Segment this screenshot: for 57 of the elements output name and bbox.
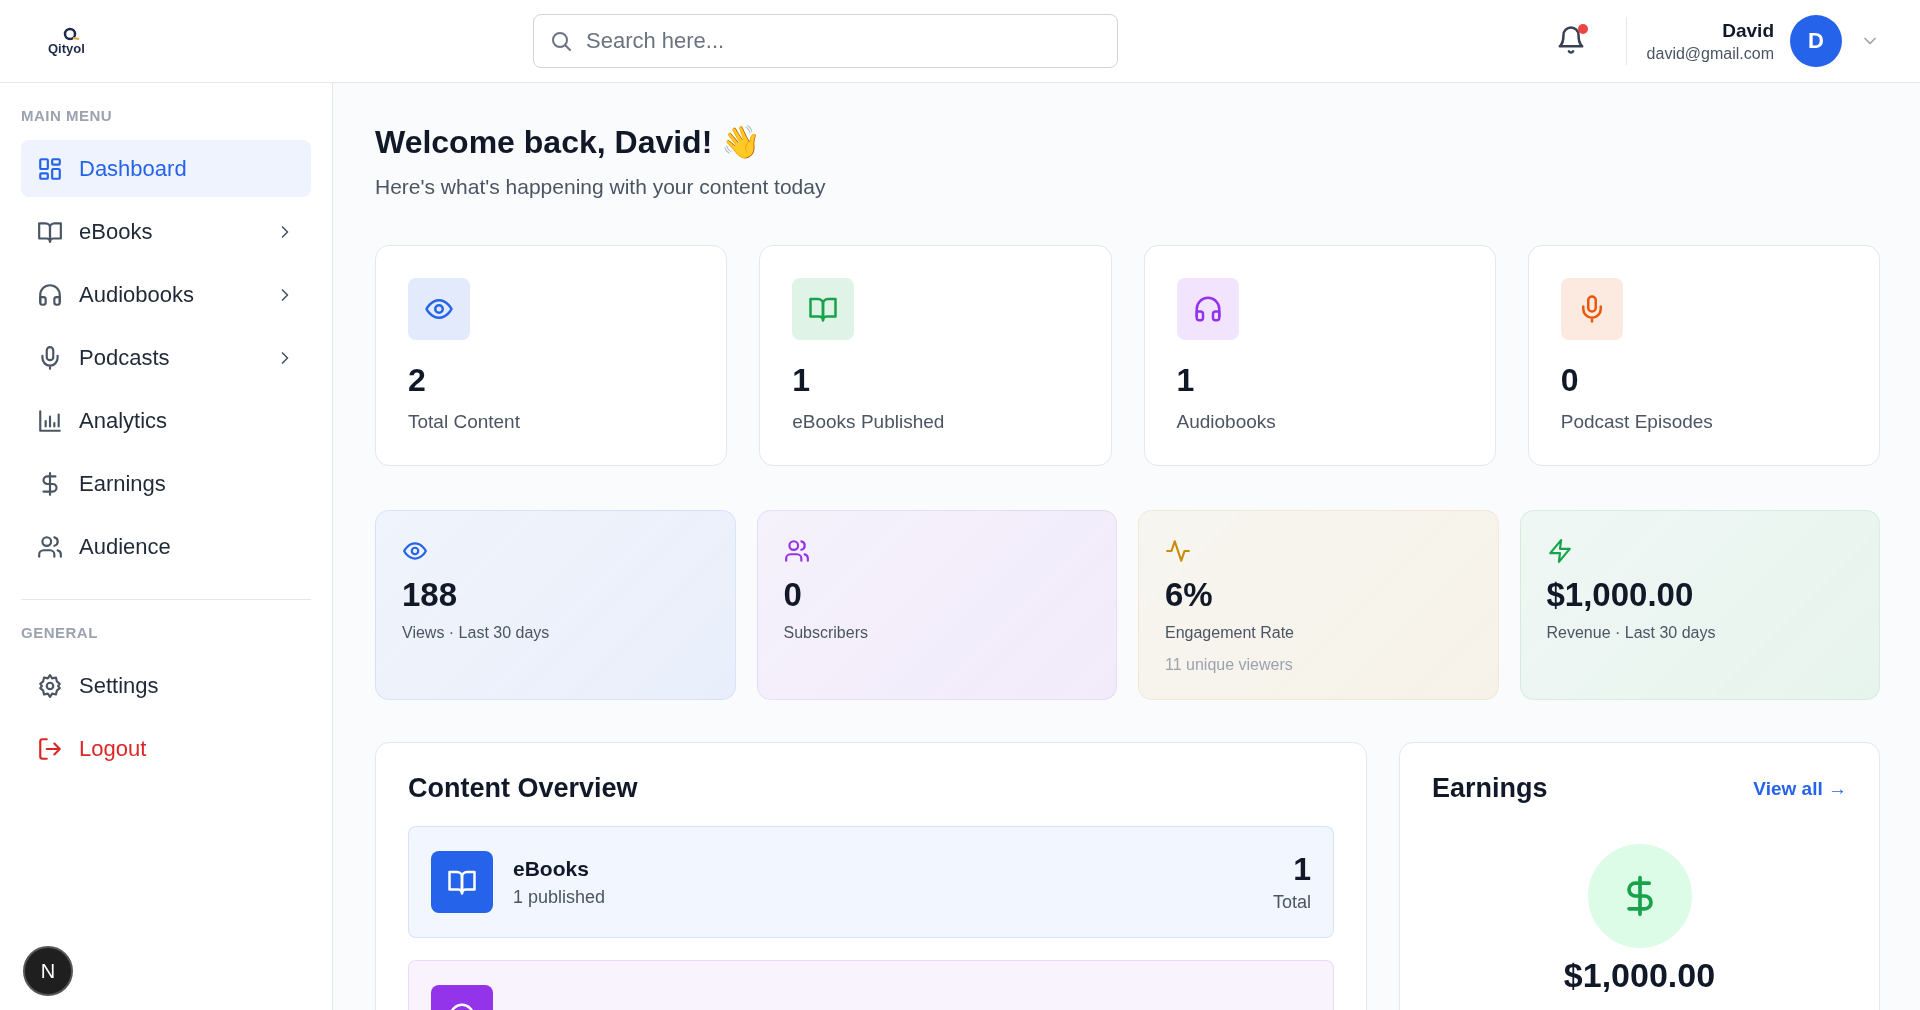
card-title: Content Overview: [408, 773, 639, 804]
earnings-amount: $1,000.00: [1563, 956, 1716, 995]
stat-label: Podcast Episodes: [1560, 411, 1714, 433]
sidebar-item[interactable]: Earnings: [21, 455, 311, 512]
sidebar-item[interactable]: eBooks: [21, 203, 311, 260]
logo[interactable]: Qityol: [0, 26, 533, 56]
metric-value: 0: [783, 576, 803, 614]
content-title: eBooks: [513, 856, 590, 881]
grid-icon: [37, 155, 63, 182]
count-label: Total: [1272, 892, 1311, 913]
stat-label: Audiobooks: [1176, 411, 1277, 433]
content-subtitle: 1 published: [513, 886, 606, 908]
metric-label: Engagement Rate: [1165, 624, 1295, 642]
user-email: david@gmail.com: [1646, 44, 1774, 63]
content-row[interactable]: eBooks 1 published 1 Total: [408, 826, 1334, 938]
sidebar-item[interactable]: Audiobooks: [21, 266, 311, 323]
welcome-title: Welcome back, David! 👋: [375, 123, 763, 161]
search-icon: [549, 29, 573, 53]
lightning-icon: [1546, 538, 1573, 564]
metric-label: Views · Last 30 days: [402, 624, 551, 642]
metric-label: Revenue · Last 30 days: [1546, 624, 1717, 642]
stat-label: Total Content: [408, 411, 521, 433]
sidebar-item[interactable]: Audience: [21, 518, 311, 575]
logout-icon: [37, 735, 63, 762]
settings-icon: [37, 672, 63, 699]
sidebar-item[interactable]: Settings: [21, 657, 311, 714]
metric-value: 188: [402, 576, 459, 614]
stat-value: 0: [1560, 362, 1580, 399]
metric-value: 6%: [1165, 576, 1214, 614]
sidebar-item[interactable]: Dashboard: [21, 140, 311, 197]
avatar[interactable]: D: [1790, 15, 1842, 67]
metric-value: $1,000.00: [1546, 576, 1695, 614]
section-heading: GENERAL: [21, 624, 99, 641]
floating-badge[interactable]: N: [23, 946, 73, 996]
card-title: Earnings: [1432, 773, 1548, 804]
logo-icon: [62, 26, 82, 41]
logo-text: Qityol: [48, 40, 85, 56]
welcome-subtitle: Here's what's happening with your content today: [375, 175, 827, 199]
bar-chart-icon: [37, 407, 63, 434]
stat-value: 1: [792, 362, 812, 399]
view-all-link[interactable]: View all →: [1753, 777, 1847, 800]
sidebar-item[interactable]: Logout: [21, 720, 311, 777]
metric-label: Subscribers: [783, 624, 869, 642]
headphones-icon: [37, 281, 63, 308]
user-name: David: [1722, 19, 1774, 42]
metric-note: 11 unique viewers: [1165, 656, 1294, 674]
content-count: 1: [1293, 851, 1311, 888]
stat-label: eBooks Published: [792, 411, 946, 433]
stat-value: 2: [408, 362, 427, 399]
pulse-icon: [1165, 538, 1191, 564]
search-field[interactable]: Search here...: [533, 14, 1118, 68]
section-heading: MAIN MENU: [21, 107, 114, 124]
users-icon: [37, 533, 63, 560]
stat-value: 1: [1176, 362, 1196, 399]
sidebar-item[interactable]: Analytics: [21, 392, 311, 449]
users-icon: [783, 538, 810, 564]
sidebar-item[interactable]: Podcasts: [21, 329, 311, 386]
